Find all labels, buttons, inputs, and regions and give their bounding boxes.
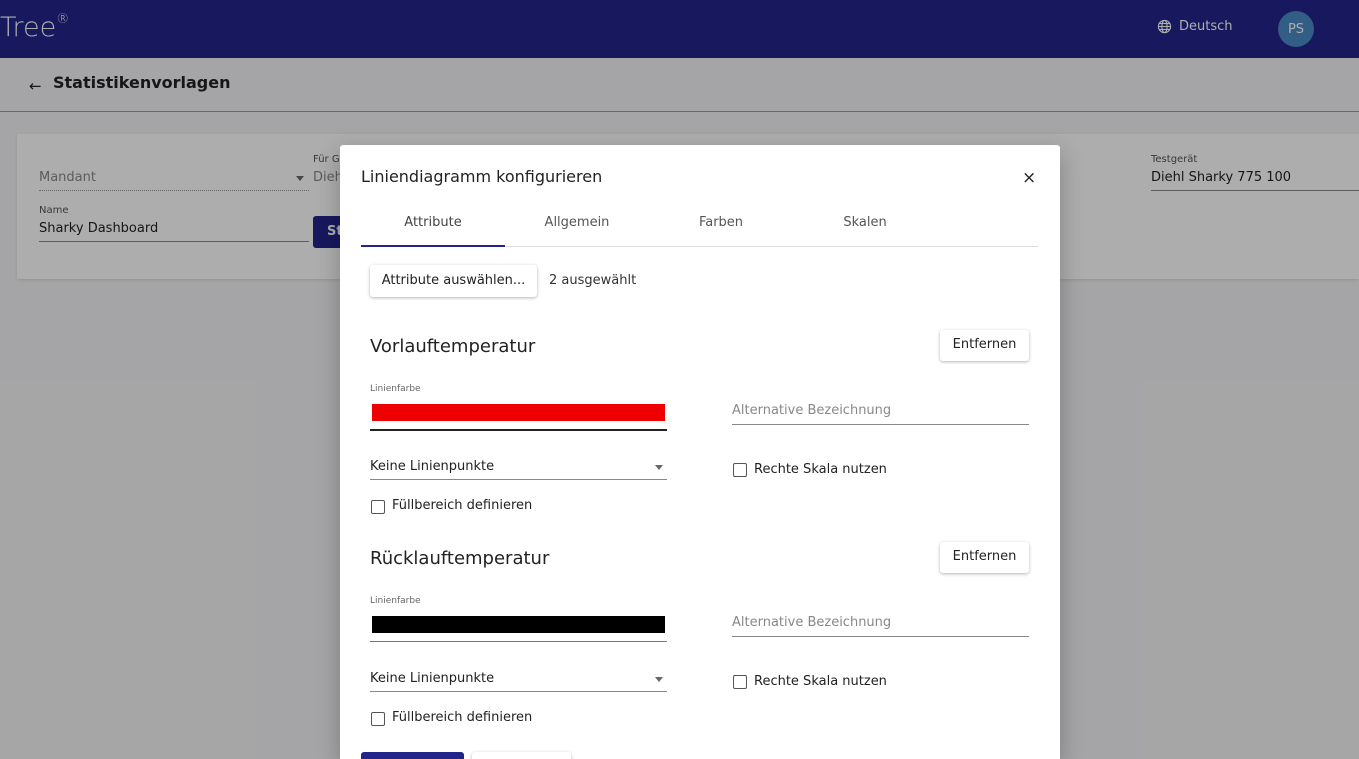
alternative-name-input[interactable]: Alternative Bezeichnung bbox=[732, 615, 891, 630]
save-button[interactable] bbox=[361, 752, 464, 759]
line-color-label: Linienfarbe bbox=[370, 596, 421, 606]
tab-allgemein[interactable]: Allgemein bbox=[505, 207, 649, 247]
attribute-title: Vorlauftemperatur bbox=[370, 336, 536, 357]
selected-count: 2 ausgewählt bbox=[549, 273, 637, 288]
line-color-underline bbox=[370, 641, 667, 642]
right-scale-checkbox[interactable] bbox=[733, 463, 747, 477]
alternative-name-underline bbox=[732, 424, 1029, 425]
line-points-select[interactable]: Keine Linienpunkte bbox=[370, 459, 494, 474]
right-scale-label: Rechte Skala nutzen bbox=[754, 462, 887, 477]
chevron-down-icon bbox=[655, 677, 663, 682]
line-color-swatch[interactable] bbox=[372, 616, 665, 633]
select-attributes-button[interactable]: Attribute auswählen... bbox=[370, 265, 537, 297]
right-scale-label: Rechte Skala nutzen bbox=[754, 674, 887, 689]
close-icon[interactable]: × bbox=[1022, 168, 1036, 188]
right-scale-checkbox[interactable] bbox=[733, 675, 747, 689]
line-points-underline bbox=[370, 691, 667, 692]
alternative-name-input[interactable]: Alternative Bezeichnung bbox=[732, 403, 891, 418]
tab-skalen[interactable]: Skalen bbox=[793, 207, 937, 247]
cancel-button[interactable] bbox=[472, 752, 571, 759]
line-points-select[interactable]: Keine Linienpunkte bbox=[370, 671, 494, 686]
tab-attribute[interactable]: Attribute bbox=[361, 207, 505, 247]
fill-area-label: Füllbereich definieren bbox=[392, 710, 533, 725]
line-color-swatch[interactable] bbox=[372, 404, 665, 421]
dialog-tabs: Attribute Allgemein Farben Skalen bbox=[361, 207, 1038, 247]
fill-area-checkbox[interactable] bbox=[371, 712, 385, 726]
dialog-title: Liniendiagramm konfigurieren bbox=[361, 167, 603, 186]
fill-area-checkbox[interactable] bbox=[371, 500, 385, 514]
line-chart-config-dialog: Liniendiagramm konfigurieren × Attribute… bbox=[340, 145, 1060, 759]
remove-attribute-button[interactable]: Entfernen bbox=[940, 330, 1029, 361]
chevron-down-icon bbox=[655, 465, 663, 470]
fill-area-label: Füllbereich definieren bbox=[392, 498, 533, 513]
tab-farben[interactable]: Farben bbox=[649, 207, 793, 247]
line-color-underline bbox=[370, 429, 667, 431]
remove-attribute-button[interactable]: Entfernen bbox=[940, 542, 1029, 573]
alternative-name-underline bbox=[732, 636, 1029, 637]
attribute-title: Rücklauftemperatur bbox=[370, 548, 550, 569]
line-points-underline bbox=[370, 479, 667, 480]
line-color-label: Linienfarbe bbox=[370, 384, 421, 394]
